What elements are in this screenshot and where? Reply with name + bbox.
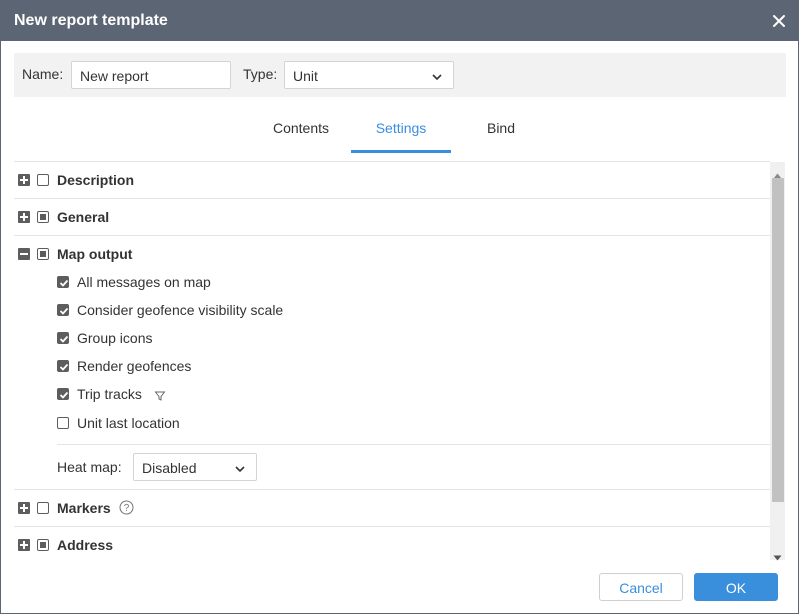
checkbox-all-messages-on-map[interactable]	[57, 276, 69, 288]
expand-icon[interactable]	[18, 211, 30, 223]
tab-settings[interactable]: Settings	[351, 109, 451, 153]
section-description: Description	[14, 162, 770, 199]
cancel-button[interactable]: Cancel	[599, 573, 683, 601]
type-select-value: Unit	[293, 68, 318, 84]
tab-bar: Contents Settings Bind	[1, 109, 798, 155]
dialog-titlebar: New report template	[1, 1, 798, 41]
heat-map-select-value: Disabled	[142, 460, 197, 476]
help-icon[interactable]: ?	[119, 500, 134, 518]
section-markers-checkbox[interactable]	[37, 502, 49, 514]
option-render-geofences[interactable]: Render geofences	[57, 358, 757, 386]
section-address: Address	[14, 527, 770, 561]
collapse-icon[interactable]	[18, 248, 30, 260]
expand-icon[interactable]	[18, 502, 30, 514]
section-general-checkbox[interactable]	[37, 211, 49, 223]
option-trip-tracks[interactable]: Trip tracks	[57, 386, 757, 414]
section-general: General	[14, 199, 770, 236]
chevron-down-icon	[431, 70, 443, 86]
option-unit-last-location[interactable]: Unit last location	[57, 415, 757, 443]
scrollbar-thumb[interactable]	[772, 178, 784, 502]
name-label: Name:	[22, 66, 64, 82]
section-markers: Markers ?	[14, 490, 770, 527]
type-label: Type:	[243, 66, 278, 82]
settings-scrollbar[interactable]	[770, 162, 785, 561]
tab-bind[interactable]: Bind	[451, 109, 551, 153]
checkbox-unit-last-location[interactable]	[57, 417, 69, 429]
heat-map-select[interactable]: Disabled	[133, 453, 257, 481]
section-general-title: General	[57, 209, 110, 225]
svg-text:?: ?	[124, 503, 130, 514]
checkbox-group-icons[interactable]	[57, 332, 69, 344]
tab-contents[interactable]: Contents	[251, 109, 351, 153]
option-all-messages-on-map[interactable]: All messages on map	[57, 274, 757, 302]
option-label: Trip tracks	[77, 386, 142, 402]
section-description-checkbox[interactable]	[37, 174, 49, 186]
section-address-header[interactable]: Address	[14, 527, 770, 561]
option-label: Unit last location	[77, 415, 180, 431]
section-general-header[interactable]: General	[14, 199, 770, 235]
section-description-header[interactable]: Description	[14, 162, 770, 198]
name-input[interactable]: New report	[71, 61, 231, 89]
section-address-title: Address	[57, 537, 114, 553]
type-select[interactable]: Unit	[284, 61, 454, 89]
section-address-checkbox[interactable]	[37, 539, 49, 551]
option-label: All messages on map	[77, 274, 211, 290]
option-label: Render geofences	[77, 358, 192, 374]
ok-button[interactable]: OK	[694, 573, 778, 601]
section-markers-header[interactable]: Markers ?	[14, 490, 770, 526]
section-map-output-checkbox[interactable]	[37, 248, 49, 260]
section-description-title: Description	[57, 172, 135, 188]
section-map-output-title: Map output	[57, 246, 133, 262]
option-group-icons[interactable]: Group icons	[57, 330, 757, 358]
section-map-output: Map output All messages on map Consider …	[14, 236, 770, 490]
settings-panel: Description General Map output All messa…	[14, 161, 770, 561]
option-label: Group icons	[77, 330, 153, 346]
divider	[57, 444, 770, 445]
checkbox-trip-tracks[interactable]	[57, 388, 69, 400]
report-template-dialog: New report template Name: New report Typ…	[0, 0, 799, 614]
heat-map-label: Heat map:	[57, 459, 122, 475]
section-map-output-header[interactable]: Map output	[14, 236, 770, 272]
expand-icon[interactable]	[18, 174, 30, 186]
option-consider-geofence-visibility-scale[interactable]: Consider geofence visibility scale	[57, 302, 757, 330]
scroll-down-icon[interactable]	[773, 548, 782, 564]
checkbox-consider-geofence-visibility-scale[interactable]	[57, 304, 69, 316]
section-markers-title: Markers	[57, 500, 111, 516]
checkbox-render-geofences[interactable]	[57, 360, 69, 372]
expand-icon[interactable]	[18, 539, 30, 551]
chevron-down-icon	[234, 462, 246, 478]
option-label: Consider geofence visibility scale	[77, 302, 284, 318]
close-icon[interactable]	[770, 12, 788, 30]
name-type-bar: Name: New report Type: Unit	[14, 53, 786, 97]
dialog-title: New report template	[14, 12, 168, 29]
filter-icon[interactable]	[154, 389, 166, 405]
